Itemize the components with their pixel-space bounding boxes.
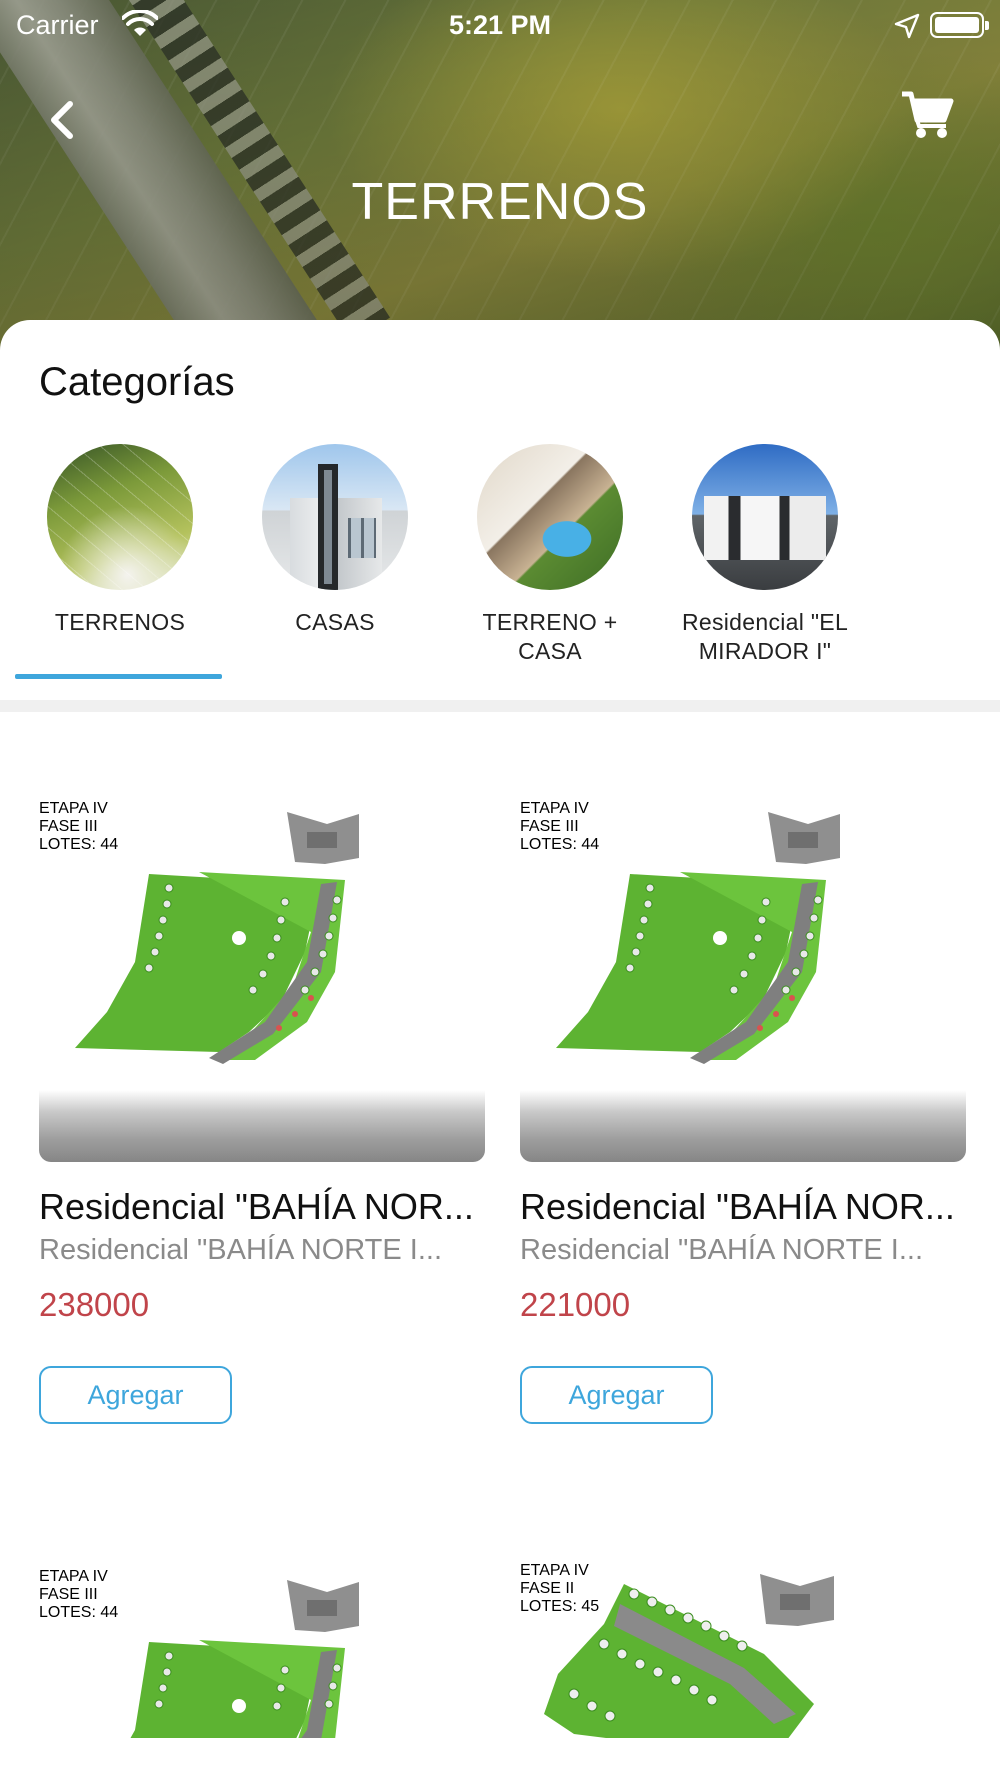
category-residencial-mirador[interactable]: Residencial "EL MIRADOR I" bbox=[645, 444, 860, 664]
categories-heading: Categorías bbox=[39, 360, 235, 404]
product-subtitle: Residencial "BAHÍA NORTE I... bbox=[39, 1234, 443, 1266]
category-thumbnail bbox=[692, 444, 838, 590]
categories-list: TERRENOS CASAS TERRENO + CASA Residencia… bbox=[0, 444, 1000, 664]
product-price: 238000 bbox=[39, 1286, 150, 1323]
clock: 5:21 PM bbox=[448, 10, 552, 40]
header-banner: Carrier 5:21 PM TERRENOS bbox=[0, 0, 1000, 360]
site-plan-image bbox=[544, 1574, 834, 1738]
image-caption-bar bbox=[39, 1090, 485, 1162]
cart-icon[interactable] bbox=[900, 90, 954, 140]
location-arrow-icon bbox=[894, 13, 920, 39]
back-chevron-icon[interactable] bbox=[40, 92, 84, 148]
category-selected-indicator bbox=[15, 674, 222, 679]
image-caption-bar bbox=[520, 1090, 966, 1162]
battery-icon bbox=[930, 12, 989, 38]
section-divider bbox=[0, 700, 1000, 712]
category-casas[interactable]: CASAS bbox=[215, 444, 430, 660]
product-price: 221000 bbox=[520, 1286, 631, 1323]
add-to-cart-button[interactable]: Agregar bbox=[39, 1366, 232, 1424]
category-label: TERRENOS bbox=[54, 609, 186, 635]
site-plan-image bbox=[75, 812, 359, 1064]
product-image: ETAPA IV FASE III LOTES: 44 bbox=[39, 800, 485, 1092]
product-name: Residencial "BAHÍA NOR... bbox=[520, 1186, 955, 1227]
status-bar: Carrier 5:21 PM bbox=[0, 0, 1000, 52]
category-label: Residencial "EL MIRADOR I" bbox=[681, 609, 849, 664]
category-label: TERRENO + CASA bbox=[482, 609, 618, 664]
product-name: Residencial "BAHÍA NOR... bbox=[39, 1186, 474, 1227]
site-plan-image bbox=[556, 812, 840, 1064]
category-label: CASAS bbox=[295, 609, 375, 635]
product-image: ETAPA IV FASE III LOTES: 44 bbox=[520, 800, 966, 1092]
product-image: ETAPA IV FASE III LOTES: 44 bbox=[39, 1568, 485, 1738]
category-thumbnail bbox=[477, 444, 623, 590]
category-terrenos[interactable]: TERRENOS bbox=[0, 444, 215, 660]
product-card[interactable]: ETAPA IV FASE II LOTES: 45 bbox=[520, 1562, 966, 1738]
product-image: ETAPA IV FASE II LOTES: 45 bbox=[520, 1562, 966, 1738]
category-thumbnail bbox=[262, 444, 408, 590]
product-subtitle: Residencial "BAHÍA NORTE I... bbox=[520, 1234, 924, 1266]
category-thumbnail bbox=[47, 444, 193, 590]
page-title: TERRENOS bbox=[351, 173, 649, 231]
product-card[interactable]: ETAPA IV FASE III LOTES: 44 bbox=[39, 1568, 485, 1738]
add-to-cart-button[interactable]: Agregar bbox=[520, 1366, 713, 1424]
category-terreno-casa[interactable]: TERRENO + CASA bbox=[430, 444, 645, 664]
site-plan-image bbox=[130, 1580, 359, 1738]
